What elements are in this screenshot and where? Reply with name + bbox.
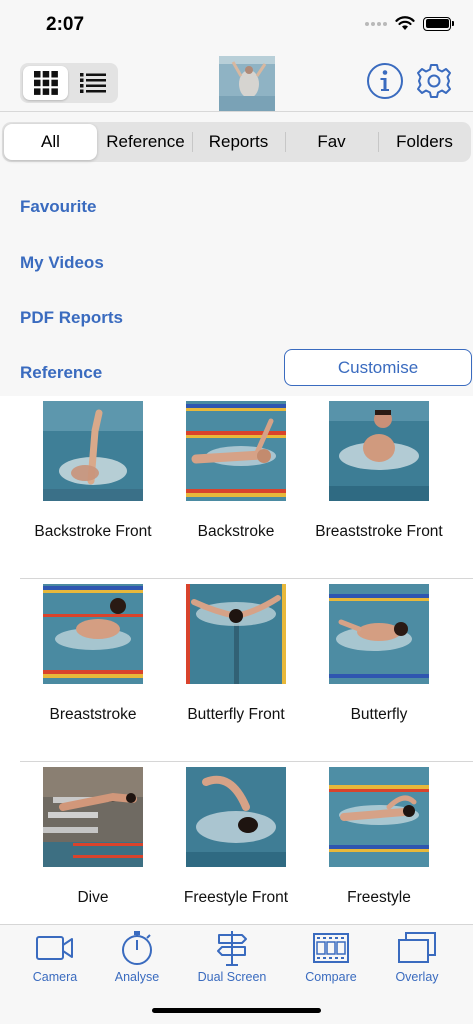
- favourite-link[interactable]: Favourite: [20, 197, 97, 217]
- video-thumbnail: [186, 767, 286, 867]
- video-thumbnail: [43, 401, 143, 501]
- stopwatch-icon: [122, 931, 152, 965]
- customise-button[interactable]: Customise: [284, 349, 472, 386]
- video-label: Butterfly Front: [187, 706, 285, 723]
- overlay-tab[interactable]: Overlay: [372, 931, 462, 987]
- status-icons: [365, 16, 454, 31]
- my-videos-link[interactable]: My Videos: [20, 253, 104, 273]
- video-thumbnail: [186, 584, 286, 684]
- video-item-dive[interactable]: Dive: [14, 762, 172, 942]
- dual-screen-tab-label: Dual Screen: [197, 970, 267, 984]
- wifi-icon: [395, 16, 415, 30]
- info-button[interactable]: [366, 62, 404, 100]
- home-indicator[interactable]: [152, 1008, 321, 1013]
- pdf-reports-link[interactable]: PDF Reports: [20, 308, 123, 328]
- camera-icon: [36, 936, 73, 960]
- filter-tabs-bar: All Reference Reports Fav Folders: [0, 112, 473, 170]
- video-item-backstroke-front[interactable]: Backstroke Front: [14, 396, 172, 576]
- tab-reports[interactable]: Reports: [192, 122, 285, 162]
- video-item-butterfly-front[interactable]: Butterfly Front: [157, 579, 315, 759]
- video-label: Breaststroke Front: [315, 523, 443, 540]
- video-label: Backstroke Front: [34, 523, 152, 540]
- grid-view-button[interactable]: [23, 66, 68, 100]
- tab-fav[interactable]: Fav: [285, 122, 378, 162]
- video-thumbnail: [186, 401, 286, 501]
- tab-folders[interactable]: Folders: [378, 122, 471, 162]
- video-label: Dive: [77, 889, 109, 906]
- status-bar: 2:07: [0, 0, 473, 54]
- video-label: Backstroke: [197, 523, 275, 540]
- compare-tab-label: Compare: [305, 970, 357, 984]
- video-thumbnail: [43, 584, 143, 684]
- grid-icon: [33, 71, 58, 95]
- video-thumbnail: [329, 401, 429, 501]
- video-label: Freestyle: [347, 889, 411, 906]
- overlay-tab-label: Overlay: [395, 970, 439, 984]
- segmented-control: All Reference Reports Fav Folders: [2, 122, 471, 162]
- video-grid: Backstroke Front Backstroke Breaststroke…: [0, 396, 473, 924]
- video-item-breaststroke[interactable]: Breaststroke: [14, 579, 172, 759]
- video-item-freestyle[interactable]: Freestyle: [300, 762, 458, 942]
- video-thumbnail: [43, 767, 143, 867]
- settings-button[interactable]: [415, 62, 453, 100]
- tab-all[interactable]: All: [4, 124, 97, 160]
- dual-screen-tab[interactable]: Dual Screen: [187, 931, 277, 987]
- camera-tab-label: Camera: [32, 970, 78, 984]
- status-time: 2:07: [46, 14, 85, 35]
- app-screen: 2:07 All Reference Reports Fav Folders F…: [0, 0, 473, 1024]
- video-item-breaststroke-front[interactable]: Breaststroke Front: [300, 396, 458, 576]
- video-item-backstroke[interactable]: Backstroke: [157, 396, 315, 576]
- quick-links-section: Favourite My Videos PDF Reports Referenc…: [0, 170, 473, 396]
- info-icon: [367, 63, 403, 99]
- analyse-tab-label: Analyse: [114, 970, 160, 984]
- video-item-freestyle-front[interactable]: Freestyle Front: [157, 762, 315, 942]
- analyse-tab[interactable]: Analyse: [92, 931, 182, 987]
- signpost-icon: [217, 931, 247, 966]
- top-toolbar: [0, 54, 473, 112]
- video-label: Breaststroke: [49, 706, 137, 723]
- video-item-butterfly[interactable]: Butterfly: [300, 579, 458, 759]
- overlay-icon: [398, 932, 436, 963]
- film-strip-icon: [313, 933, 349, 963]
- list-view-button[interactable]: [70, 66, 115, 100]
- view-mode-toggle: [20, 63, 118, 103]
- current-video-thumbnail[interactable]: [219, 56, 275, 111]
- compare-tab[interactable]: Compare: [286, 931, 376, 987]
- video-thumbnail: [329, 584, 429, 684]
- video-label: Butterfly: [350, 706, 408, 723]
- cellular-signal-icon: [365, 21, 387, 26]
- reference-link[interactable]: Reference: [20, 363, 102, 383]
- list-icon: [79, 73, 106, 93]
- video-label: Freestyle Front: [183, 889, 289, 906]
- tab-reference[interactable]: Reference: [99, 122, 192, 162]
- camera-tab[interactable]: Camera: [10, 931, 100, 987]
- gear-icon: [417, 64, 451, 98]
- battery-icon: [423, 16, 454, 31]
- video-thumbnail: [329, 767, 429, 867]
